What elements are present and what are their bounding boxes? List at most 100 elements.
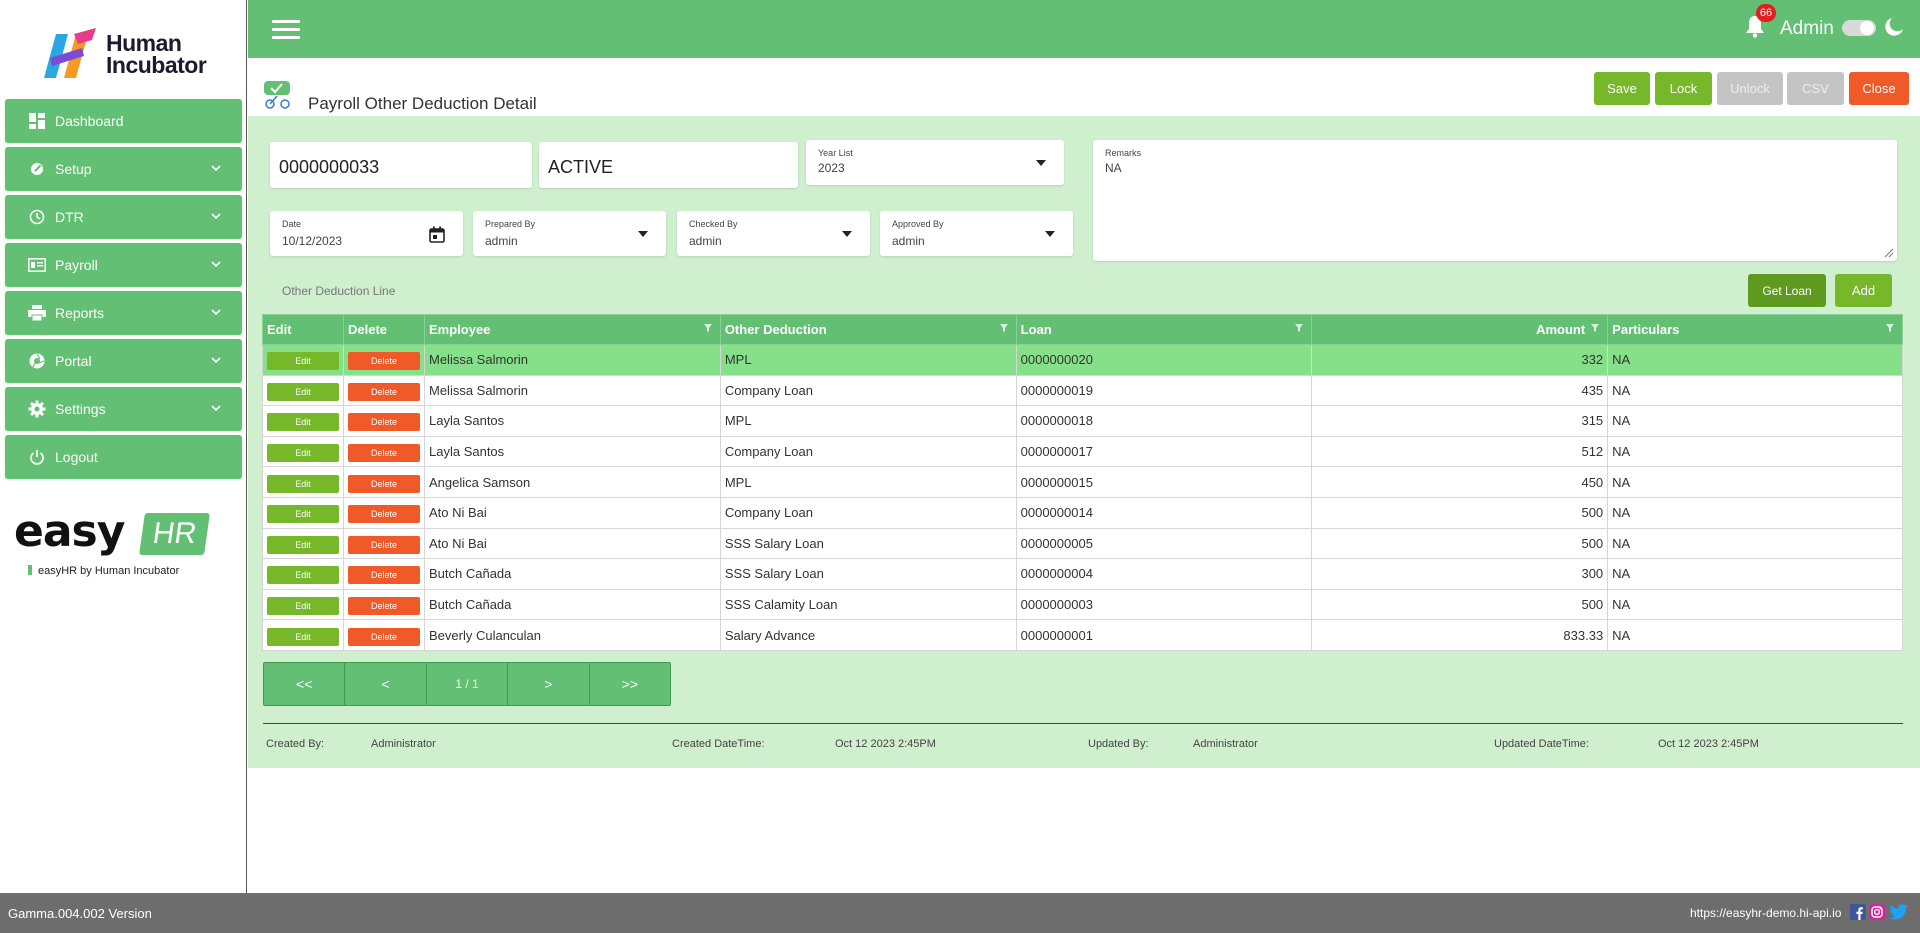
table-row[interactable]: Edit Delete Layla Santos MPL 0000000018 315 NA [262,405,1903,437]
year-list-select[interactable]: Year List 2023 [806,140,1064,185]
table-row[interactable]: Edit Delete Layla Santos Company Loan 000000… [262,435,1903,468]
edit-row-button[interactable]: Edit [267,352,339,371]
document-number-field[interactable]: 0000000033 [270,142,532,188]
csv-button[interactable]: CSV [1787,72,1844,105]
loan-cell: 0000000004 [1015,558,1313,590]
moon-icon [1885,18,1903,36]
last-page-button[interactable]: >> [589,663,670,705]
edit-row-button[interactable]: Edit [267,382,339,401]
user-name[interactable]: Admin [1780,18,1834,40]
filter-icon[interactable] [1295,324,1304,332]
delete-row-button[interactable]: Delete [348,566,420,585]
delete-row-button[interactable]: Delete [348,535,420,554]
resize-handle-icon[interactable] [1884,248,1893,257]
delete-cell: Delete [343,558,425,590]
filter-icon[interactable] [1591,324,1600,332]
filter-icon[interactable] [999,324,1008,332]
date-field[interactable]: Date 10/12/2023 [270,211,463,256]
version-label: Gamma.004.002 Version [8,906,152,921]
next-page-button[interactable]: > [508,663,590,705]
calendar-icon[interactable] [429,226,445,243]
facebook-icon[interactable] [1850,904,1866,920]
save-button[interactable]: Save [1594,72,1650,105]
table-row[interactable]: Edit Delete Melissa Salmorin MPL 0000000020 3… [262,344,1903,376]
delete-row-button[interactable]: Delete [348,352,420,371]
delete-cell: Delete [343,466,425,498]
prev-page-button[interactable]: < [345,663,427,705]
get-loan-button[interactable]: Get Loan [1748,274,1826,307]
easyhr-logo: easy HR easyHR by Human Incubator [14,506,214,577]
unlock-button[interactable]: Unlock [1717,72,1783,105]
sidebar-item-payroll[interactable]: Payroll [5,243,242,287]
edit-row-button[interactable]: Edit [267,535,339,554]
easyhr-logo-hr: HR [139,513,210,555]
column-header-loan[interactable]: Loan [1015,314,1313,345]
table-row[interactable]: Edit Delete Butch Cañada SSS Salary Loan 000… [262,558,1903,590]
sidebar-item-setup[interactable]: Setup [5,147,242,191]
hamburger-menu-icon[interactable] [272,20,300,40]
approved-by-select[interactable]: Approved By admin [880,211,1073,256]
delete-row-button[interactable]: Delete [348,413,420,432]
column-header-edit: Edit [262,314,344,345]
page-title: Payroll Other Deduction Detail [308,94,537,113]
edit-row-button[interactable]: Edit [267,597,339,616]
amount-cell: 450 [1311,466,1609,498]
close-button[interactable]: Close [1849,72,1909,105]
delete-row-button[interactable]: Delete [348,627,420,646]
first-page-button[interactable]: << [264,663,346,705]
sidebar-nav: Dashboard Setup DTR Payroll Reports Port… [5,99,242,483]
table-row[interactable]: Edit Delete Melissa Salmorin Company Loan 00… [262,374,1903,407]
site-url-link[interactable]: https://easyhr-demo.hi-api.io [1690,906,1841,920]
filter-icon[interactable] [1886,324,1894,332]
edit-cell: Edit [262,344,344,376]
amount-cell: 435 [1311,374,1609,407]
prepared-by-select[interactable]: Prepared By admin [473,211,666,256]
delete-row-button[interactable]: Delete [348,382,420,401]
other-deduction-cell: Salary Advance [719,619,1017,651]
delete-row-button[interactable]: Delete [348,505,420,524]
other-deduction-cell: MPL [719,344,1017,376]
edit-row-button[interactable]: Edit [267,413,339,432]
sidebar-item-reports[interactable]: Reports [5,291,242,335]
column-header-amount[interactable]: Amount [1311,314,1609,345]
edit-row-button[interactable]: Edit [267,505,339,524]
edit-row-button[interactable]: Edit [267,566,339,585]
other-deduction-cell: Company Loan [719,496,1017,529]
particulars-cell: NA [1607,496,1903,529]
particulars-cell: NA [1607,466,1903,498]
lock-button[interactable]: Lock [1655,72,1712,105]
edit-cell: Edit [262,588,344,621]
gear-icon [27,399,47,419]
column-header-particulars[interactable]: Particulars [1607,314,1903,345]
table-row[interactable]: Edit Delete Ato Ni Bai Company Loan 00000000… [262,496,1903,529]
sidebar-item-settings[interactable]: Settings [5,387,242,431]
filter-icon[interactable] [703,324,712,332]
table-row[interactable]: Edit Delete Beverly Culanculan Salary Advan… [262,619,1903,651]
human-incubator-logo[interactable]: Human Incubator [34,24,224,84]
delete-row-button[interactable]: Delete [348,444,420,463]
column-header-employee[interactable]: Employee [424,314,721,345]
twitter-icon[interactable] [1888,904,1910,920]
add-line-button[interactable]: Add [1835,274,1892,307]
sidebar-item-logout[interactable]: Logout [5,435,242,479]
remarks-textarea[interactable]: Remarks NA [1093,140,1897,261]
column-header-other-deduction[interactable]: Other Deduction [719,314,1017,345]
status-field[interactable]: ACTIVE [539,142,798,188]
other-deduction-cell: SSS Salary Loan [719,527,1017,560]
table-row[interactable]: Edit Delete Butch Cañada SSS Calamity Loan 0… [262,588,1903,621]
instagram-icon[interactable] [1869,904,1885,920]
theme-toggle[interactable] [1842,20,1876,36]
delete-row-button[interactable]: Delete [348,597,420,616]
edit-row-button[interactable]: Edit [267,627,339,646]
sidebar-item-dashboard[interactable]: Dashboard [5,99,242,143]
employee-cell: Butch Cañada [424,558,721,590]
table-row[interactable]: Edit Delete Angelica Samson MPL 0000000015 45… [262,466,1903,498]
delete-row-button[interactable]: Delete [348,474,420,493]
edit-row-button[interactable]: Edit [267,474,339,493]
edit-row-button[interactable]: Edit [267,444,339,463]
checked-by-select[interactable]: Checked By admin [677,211,870,256]
table-row[interactable]: Edit Delete Ato Ni Bai SSS Salary Loan 00000… [262,527,1903,560]
sidebar-item-portal[interactable]: Portal [5,339,242,383]
employee-cell: Butch Cañada [424,588,721,621]
sidebar-item-dtr[interactable]: DTR [5,195,242,239]
